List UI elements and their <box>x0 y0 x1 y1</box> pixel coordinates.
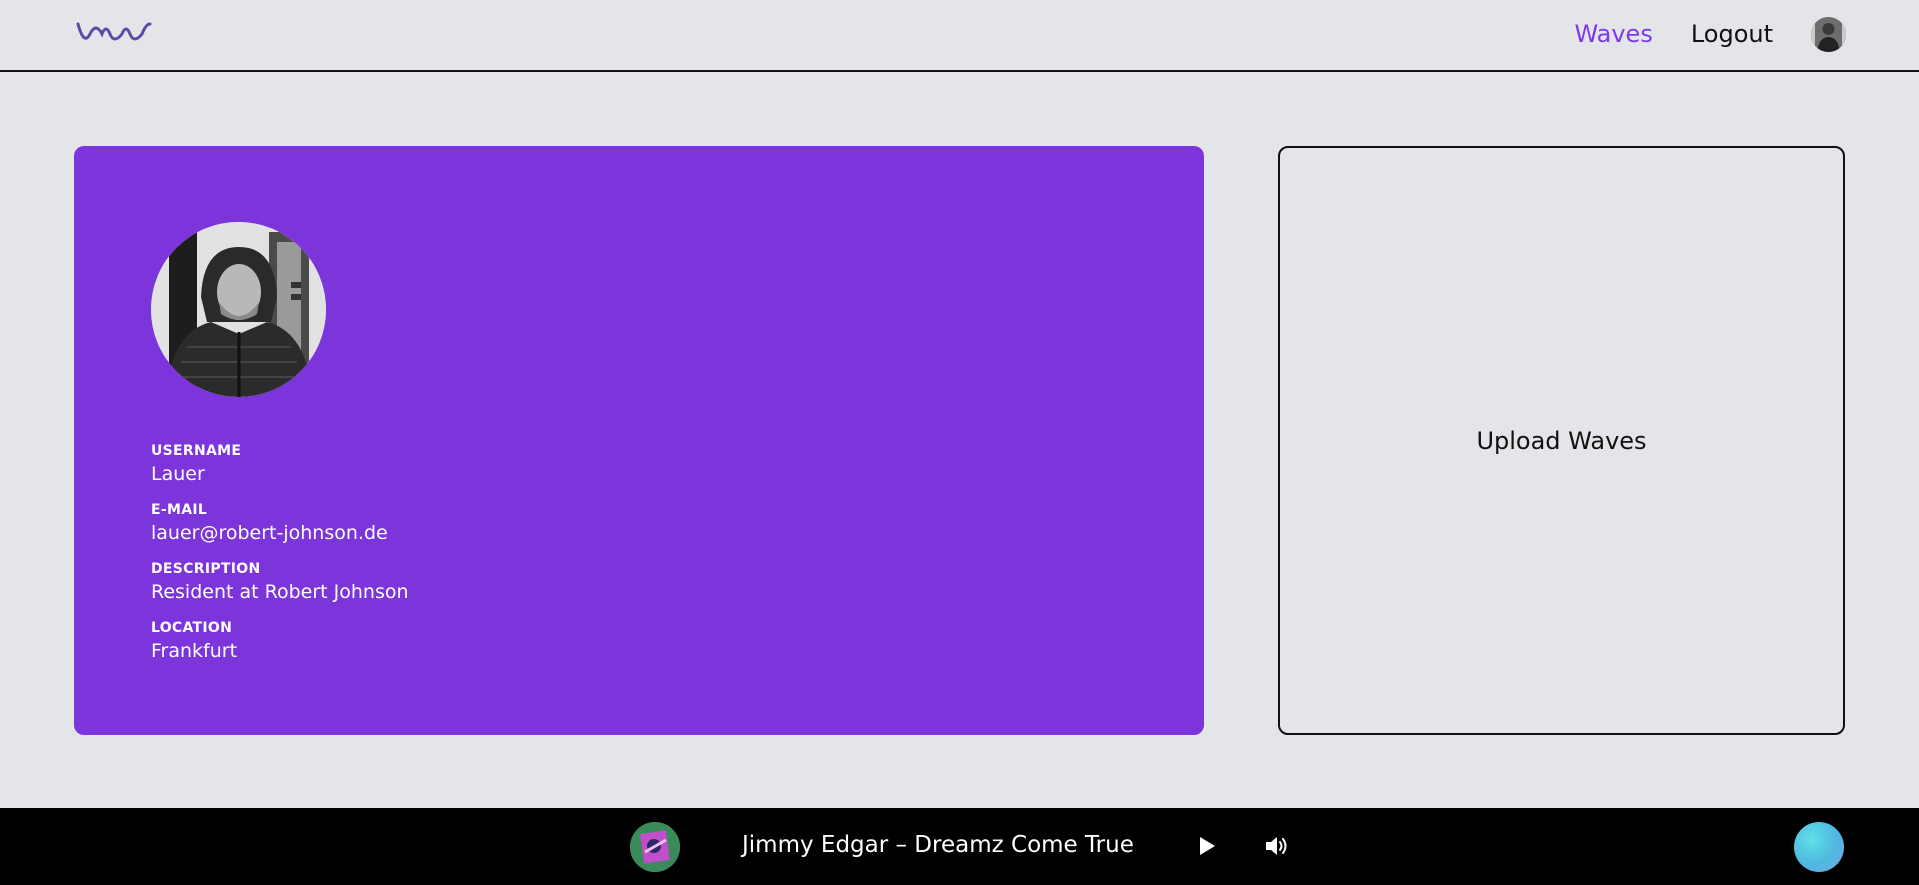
top-navbar: Waves Logout <box>0 0 1919 72</box>
description-value: Resident at Robert Johnson <box>151 581 409 603</box>
volume-icon[interactable] <box>1264 834 1290 858</box>
username-value: Lauer <box>151 463 205 485</box>
gradient-orb-button[interactable] <box>1794 822 1844 872</box>
user-avatar[interactable] <box>1811 16 1846 52</box>
upload-waves-label: Upload Waves <box>1476 426 1647 455</box>
profile-card: USERNAME Lauer E-MAIL lauer@robert-johns… <box>74 146 1204 735</box>
nav-logout-link[interactable]: Logout <box>1691 20 1773 48</box>
profile-photo <box>151 222 326 397</box>
email-value: lauer@robert-johnson.de <box>151 522 388 544</box>
upload-waves-dropzone[interactable]: Upload Waves <box>1278 146 1845 735</box>
wave-logo-icon[interactable] <box>76 20 152 48</box>
play-icon[interactable] <box>1195 834 1219 858</box>
username-label: USERNAME <box>151 443 242 459</box>
audio-player-bar: Jimmy Edgar – Dreamz Come True <box>0 808 1919 885</box>
description-label: DESCRIPTION <box>151 561 261 577</box>
track-title: Jimmy Edgar – Dreamz Come True <box>742 832 1134 858</box>
location-value: Frankfurt <box>151 640 238 662</box>
nav-waves-link[interactable]: Waves <box>1574 20 1652 48</box>
album-cover[interactable] <box>630 822 680 872</box>
location-label: LOCATION <box>151 620 233 636</box>
email-label: E-MAIL <box>151 502 208 518</box>
profile-fields: USERNAME Lauer E-MAIL lauer@robert-johns… <box>151 442 409 678</box>
nav-menu: Waves Logout <box>1574 16 1846 52</box>
